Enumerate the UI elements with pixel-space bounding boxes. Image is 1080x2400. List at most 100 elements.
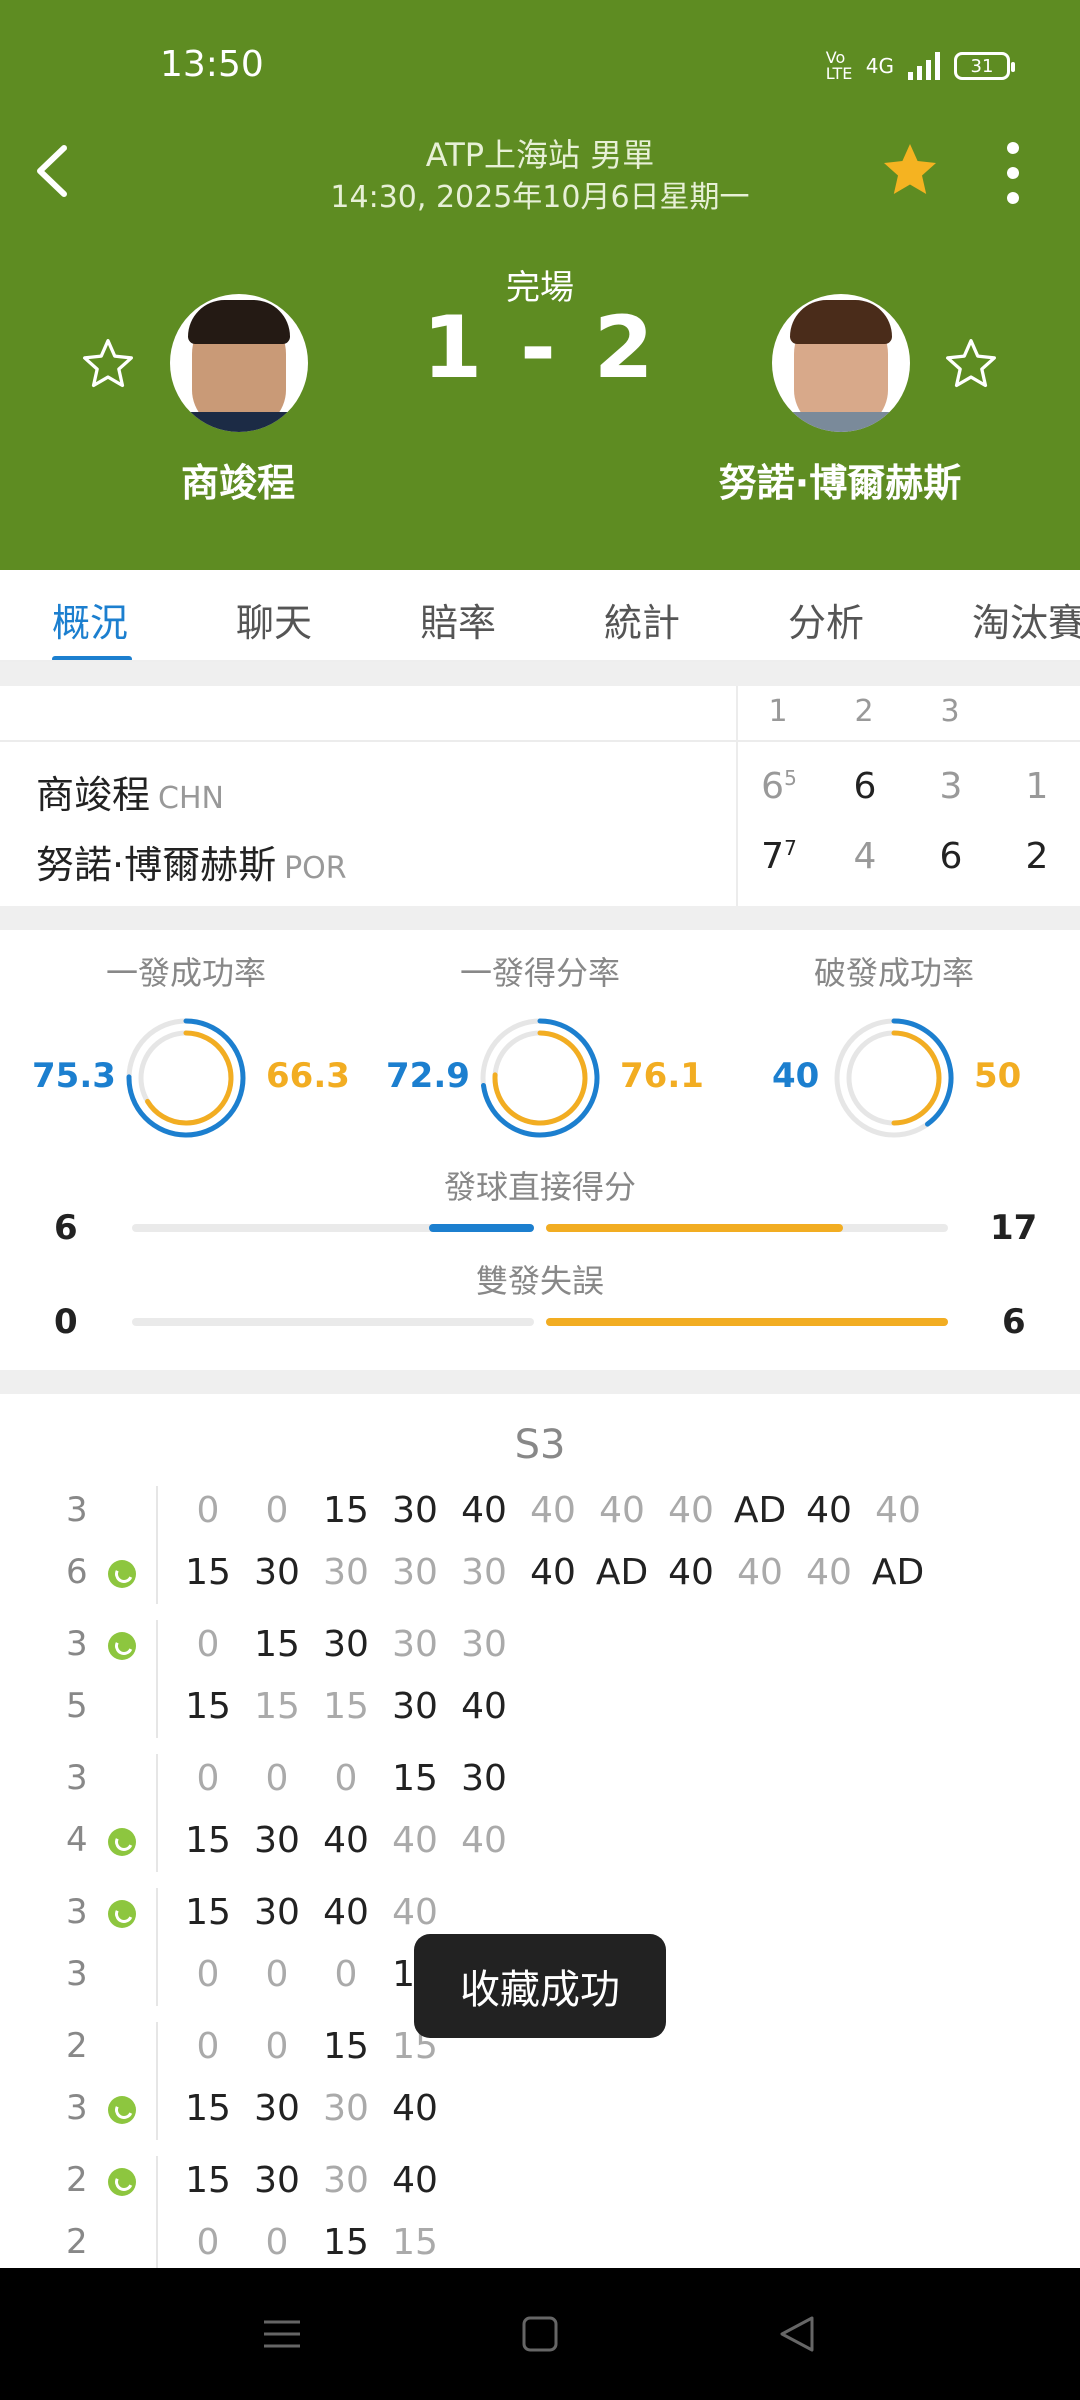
- scoreboard-divider: [736, 686, 738, 906]
- point-score-top: 30: [323, 1624, 369, 1665]
- point-score-top: 0: [196, 2026, 220, 2067]
- set1-player1: 65: [761, 766, 797, 807]
- set2-player1: 6: [853, 766, 877, 807]
- signal-icon: [908, 52, 940, 80]
- back-icon[interactable]: [770, 2308, 826, 2360]
- player1-avatar[interactable]: [170, 294, 308, 432]
- stat-p1-value: 75.3: [32, 1056, 116, 1096]
- point-score-top: 0: [196, 1758, 220, 1799]
- volte-icon: Vo LTE: [825, 48, 853, 83]
- match-header: 13:50 Vo LTE 4G 31 ATP上海站 男單 14:30, 2025…: [0, 0, 1080, 570]
- point-score-bottom: 40: [461, 1820, 507, 1861]
- set3-player1: 3: [939, 766, 963, 807]
- point-score-top: 0: [265, 1758, 289, 1799]
- point-score-top: 15: [254, 1624, 300, 1665]
- tab-overview[interactable]: 概況: [52, 592, 128, 647]
- home-icon[interactable]: [512, 2308, 568, 2360]
- game-score-top: 3: [66, 1490, 88, 1530]
- point-score-bottom: 40: [806, 1552, 852, 1593]
- serve-icon: [108, 1828, 136, 1856]
- point-score-top: 30: [254, 2160, 300, 2201]
- point-score-bottom: 40: [461, 1686, 507, 1727]
- status-time: 13:50: [160, 44, 264, 85]
- point-score-bottom: 30: [254, 1820, 300, 1861]
- stat-ring: [834, 1018, 954, 1138]
- player2-country: POR: [284, 851, 347, 886]
- point-score-bottom: 30: [323, 2088, 369, 2129]
- tab-odds[interactable]: 賠率: [420, 592, 496, 647]
- current-player2: 2: [1025, 836, 1049, 877]
- section-divider: [0, 906, 1080, 930]
- point-score-top: 0: [265, 2026, 289, 2067]
- point-score-top: 0: [196, 1490, 220, 1531]
- point-score-bottom: 0: [265, 2222, 289, 2263]
- network-label: 4G: [865, 54, 894, 78]
- battery-icon: 31: [954, 52, 1015, 80]
- game-divider: [156, 1620, 158, 1738]
- game-score-top: 3: [66, 1892, 88, 1932]
- stat-p2-value: 76.1: [620, 1056, 704, 1096]
- point-score-bottom: 30: [254, 2088, 300, 2129]
- player2-avatar[interactable]: [772, 294, 910, 432]
- system-nav-bar: [0, 2268, 1080, 2400]
- point-score-top: 15: [185, 2160, 231, 2201]
- point-score-bottom: 30: [392, 1552, 438, 1593]
- tab-stats[interactable]: 統計: [604, 592, 680, 647]
- point-score-top: 15: [185, 1892, 231, 1933]
- point-score-top: 15: [323, 2026, 369, 2067]
- point-score-top: 0: [196, 1624, 220, 1665]
- match-score: 1 - 2: [422, 298, 658, 398]
- point-score-bottom: 40: [392, 2088, 438, 2129]
- follow-player1-star-icon[interactable]: [80, 336, 136, 392]
- serve-icon: [108, 2096, 136, 2124]
- tab-chat[interactable]: 聊天: [236, 592, 312, 647]
- game-score-top: 2: [66, 2160, 88, 2200]
- set2-player2: 4: [853, 836, 877, 877]
- point-score-bottom: 40: [737, 1552, 783, 1593]
- bar-fill-p2: [546, 1318, 948, 1326]
- serve-icon: [108, 1900, 136, 1928]
- point-score-bottom: AD: [595, 1552, 649, 1593]
- point-score-top: 40: [461, 1490, 507, 1531]
- serve-icon: [108, 2168, 136, 2196]
- point-score-top: 0: [334, 1758, 358, 1799]
- player2-name[interactable]: 努諾·博爾赫斯: [660, 452, 1020, 507]
- follow-player2-star-icon[interactable]: [943, 336, 999, 392]
- stat-label: 一發得分率: [459, 954, 620, 992]
- stat-p2-value: 50: [974, 1056, 1022, 1096]
- point-score-bottom: 15: [392, 2222, 438, 2263]
- ring-arc-p2: [891, 1030, 942, 1126]
- stat-p2-value: 66.3: [266, 1056, 350, 1096]
- set1-player2: 77: [761, 836, 797, 877]
- point-score-top: 30: [461, 1758, 507, 1799]
- menu-icon[interactable]: [254, 2308, 310, 2360]
- point-score-bottom: 15: [185, 2088, 231, 2129]
- player1-name[interactable]: 商竣程: [58, 452, 418, 507]
- game-score-top: 3: [66, 1624, 88, 1664]
- point-score-bottom: 30: [392, 1686, 438, 1727]
- bar-stat-label: 雙發失誤: [475, 1262, 604, 1300]
- tab-knockout[interactable]: 淘汰賽: [972, 592, 1080, 647]
- set-header: 2: [854, 694, 874, 729]
- bar-track-p1: [132, 1318, 534, 1326]
- bar-stat-p2: 17: [990, 1208, 1038, 1248]
- point-score-bottom: 40: [530, 1552, 576, 1593]
- section-divider: [0, 1370, 1080, 1394]
- point-score-bottom: 15: [323, 2222, 369, 2263]
- point-score-bottom: 15: [323, 1686, 369, 1727]
- stat-label: 一發成功率: [105, 954, 266, 992]
- set-title: S3: [514, 1422, 566, 1468]
- stat-ring: [480, 1018, 600, 1138]
- point-score-top: 30: [323, 2160, 369, 2201]
- tab-analysis[interactable]: 分析: [788, 592, 864, 647]
- stat-p1-value: 40: [772, 1056, 820, 1096]
- bar-fill-p1: [429, 1224, 534, 1232]
- point-score-top: 30: [392, 1624, 438, 1665]
- point-score-top: 40: [668, 1490, 714, 1531]
- favorite-star-icon[interactable]: [880, 140, 940, 200]
- set3-player2: 6: [939, 836, 963, 877]
- stat-label: 破發成功率: [813, 954, 974, 992]
- point-score-bottom: 30: [461, 1552, 507, 1593]
- game-score-bottom: 3: [66, 1954, 88, 1994]
- more-options-icon[interactable]: [998, 142, 1028, 204]
